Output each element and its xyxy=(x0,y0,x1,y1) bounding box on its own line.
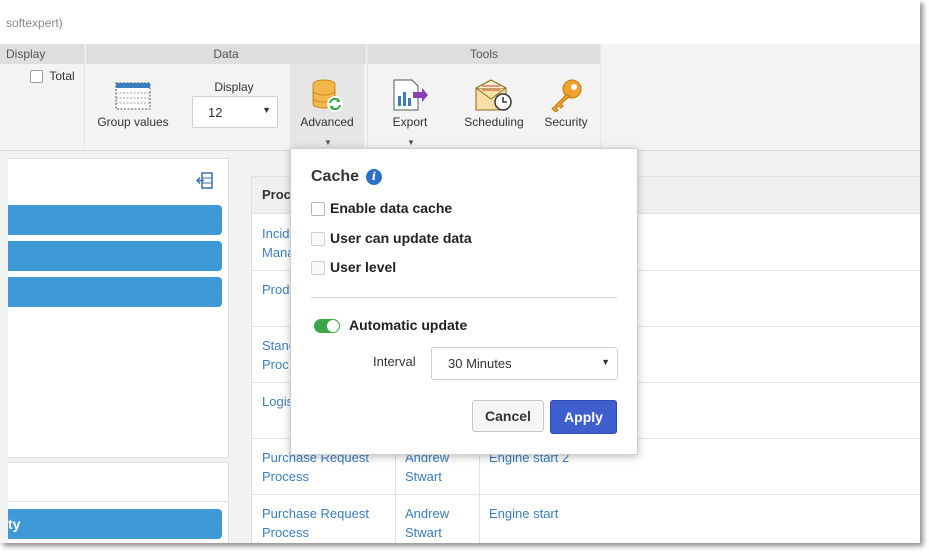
automatic-update-label: Automatic update xyxy=(349,317,468,333)
export-label: Export xyxy=(392,115,428,129)
left-panel-item[interactable] xyxy=(8,277,222,307)
left-panel-item[interactable] xyxy=(8,241,222,271)
export-icon xyxy=(393,79,428,111)
caret-down-icon: ▼ xyxy=(324,138,332,147)
caret-down-icon: ▼ xyxy=(407,138,415,147)
enable-data-cache-label: Enable data cache xyxy=(330,200,453,216)
user-can-update-checkbox[interactable] xyxy=(311,232,325,246)
table-cell-link[interactable]: Prod xyxy=(262,280,289,299)
group-divider xyxy=(600,44,601,150)
title-bar: softexpert) xyxy=(0,0,920,44)
display-count-value: 12 xyxy=(208,105,223,120)
database-refresh-icon xyxy=(312,79,343,112)
advanced-button[interactable]: Advanced ▼ xyxy=(290,64,364,150)
total-checkbox[interactable]: Total xyxy=(30,69,75,84)
cache-settings-popup: Cache i Enable data cache User can updat… xyxy=(290,148,638,455)
automatic-update-toggle[interactable] xyxy=(314,319,340,333)
group-header-tools: Tools xyxy=(368,44,600,64)
scheduling-button[interactable]: Scheduling xyxy=(458,74,530,134)
table-row[interactable]: Purchase Request Process Andrew Stwart Engin… xyxy=(252,494,920,543)
table-cell-link[interactable]: Process xyxy=(262,523,309,542)
interval-select[interactable]: 30 Minutes ▼ xyxy=(431,347,618,380)
display-count-select[interactable]: 12 ▼ xyxy=(192,96,278,128)
key-icon xyxy=(551,79,582,112)
scheduling-label: Scheduling xyxy=(464,115,524,129)
table-cell-link[interactable]: Stwart xyxy=(405,523,442,542)
group-values-button[interactable]: Group values xyxy=(90,78,176,138)
table-header-process: Proc xyxy=(262,187,291,202)
group-header-display: Display xyxy=(0,44,84,64)
collapse-panel-icon[interactable] xyxy=(196,172,213,189)
divider xyxy=(311,297,617,298)
left-panel xyxy=(8,158,229,458)
total-checkbox-box[interactable] xyxy=(30,70,43,84)
window-title: softexpert) xyxy=(6,16,63,30)
security-label: Security xyxy=(544,115,588,129)
application-window: softexpert) Display Data Tools Total Gro… xyxy=(0,0,920,543)
group-divider xyxy=(84,44,85,150)
left-panel-lower-header xyxy=(8,463,228,502)
left-panel-item-label: ty xyxy=(8,516,21,532)
left-panel-item[interactable]: ty xyxy=(8,509,222,539)
export-button[interactable]: Export ▼ xyxy=(378,74,442,147)
toggle-knob xyxy=(327,320,339,332)
left-panel-lower: ty xyxy=(8,462,229,543)
group-header-data: Data xyxy=(86,44,366,64)
enable-data-cache-checkbox[interactable] xyxy=(311,202,325,216)
user-can-update-label: User can update data xyxy=(330,230,472,246)
group-divider xyxy=(367,44,368,150)
column-divider xyxy=(395,494,396,543)
info-icon[interactable]: i xyxy=(366,169,382,185)
chevron-down-icon: ▼ xyxy=(262,105,271,115)
table-cell-link[interactable]: Engine start xyxy=(489,504,558,523)
ribbon-toolbar: Display Data Tools Total Group values Di… xyxy=(0,44,920,151)
table-cell-link[interactable]: Incid xyxy=(262,224,289,243)
interval-label: Interval xyxy=(373,354,416,369)
table-grid-icon xyxy=(115,82,151,110)
cancel-button[interactable]: Cancel xyxy=(472,400,544,432)
table-cell-link[interactable]: Stwart xyxy=(405,467,442,486)
column-divider xyxy=(479,494,480,543)
table-cell-link[interactable]: Proc xyxy=(262,355,289,374)
scheduling-icon xyxy=(475,79,512,111)
interval-value: 30 Minutes xyxy=(448,356,512,371)
table-cell-link[interactable]: Andrew xyxy=(405,504,449,523)
table-cell-link[interactable]: Purchase Request xyxy=(262,504,369,523)
total-label: Total xyxy=(49,69,75,83)
advanced-label: Advanced xyxy=(300,115,354,129)
table-cell-link[interactable]: Logis xyxy=(262,392,293,411)
display-label: Display xyxy=(214,80,254,94)
user-level-label: User level xyxy=(330,259,397,275)
group-values-label: Group values xyxy=(97,115,169,129)
chevron-down-icon: ▼ xyxy=(601,357,610,367)
apply-button[interactable]: Apply xyxy=(550,400,617,434)
left-panel-item[interactable] xyxy=(8,205,222,235)
table-cell-link[interactable]: Process xyxy=(262,467,309,486)
user-level-checkbox[interactable] xyxy=(311,261,325,275)
security-button[interactable]: Security xyxy=(538,74,594,134)
popup-title: Cache xyxy=(311,168,360,185)
